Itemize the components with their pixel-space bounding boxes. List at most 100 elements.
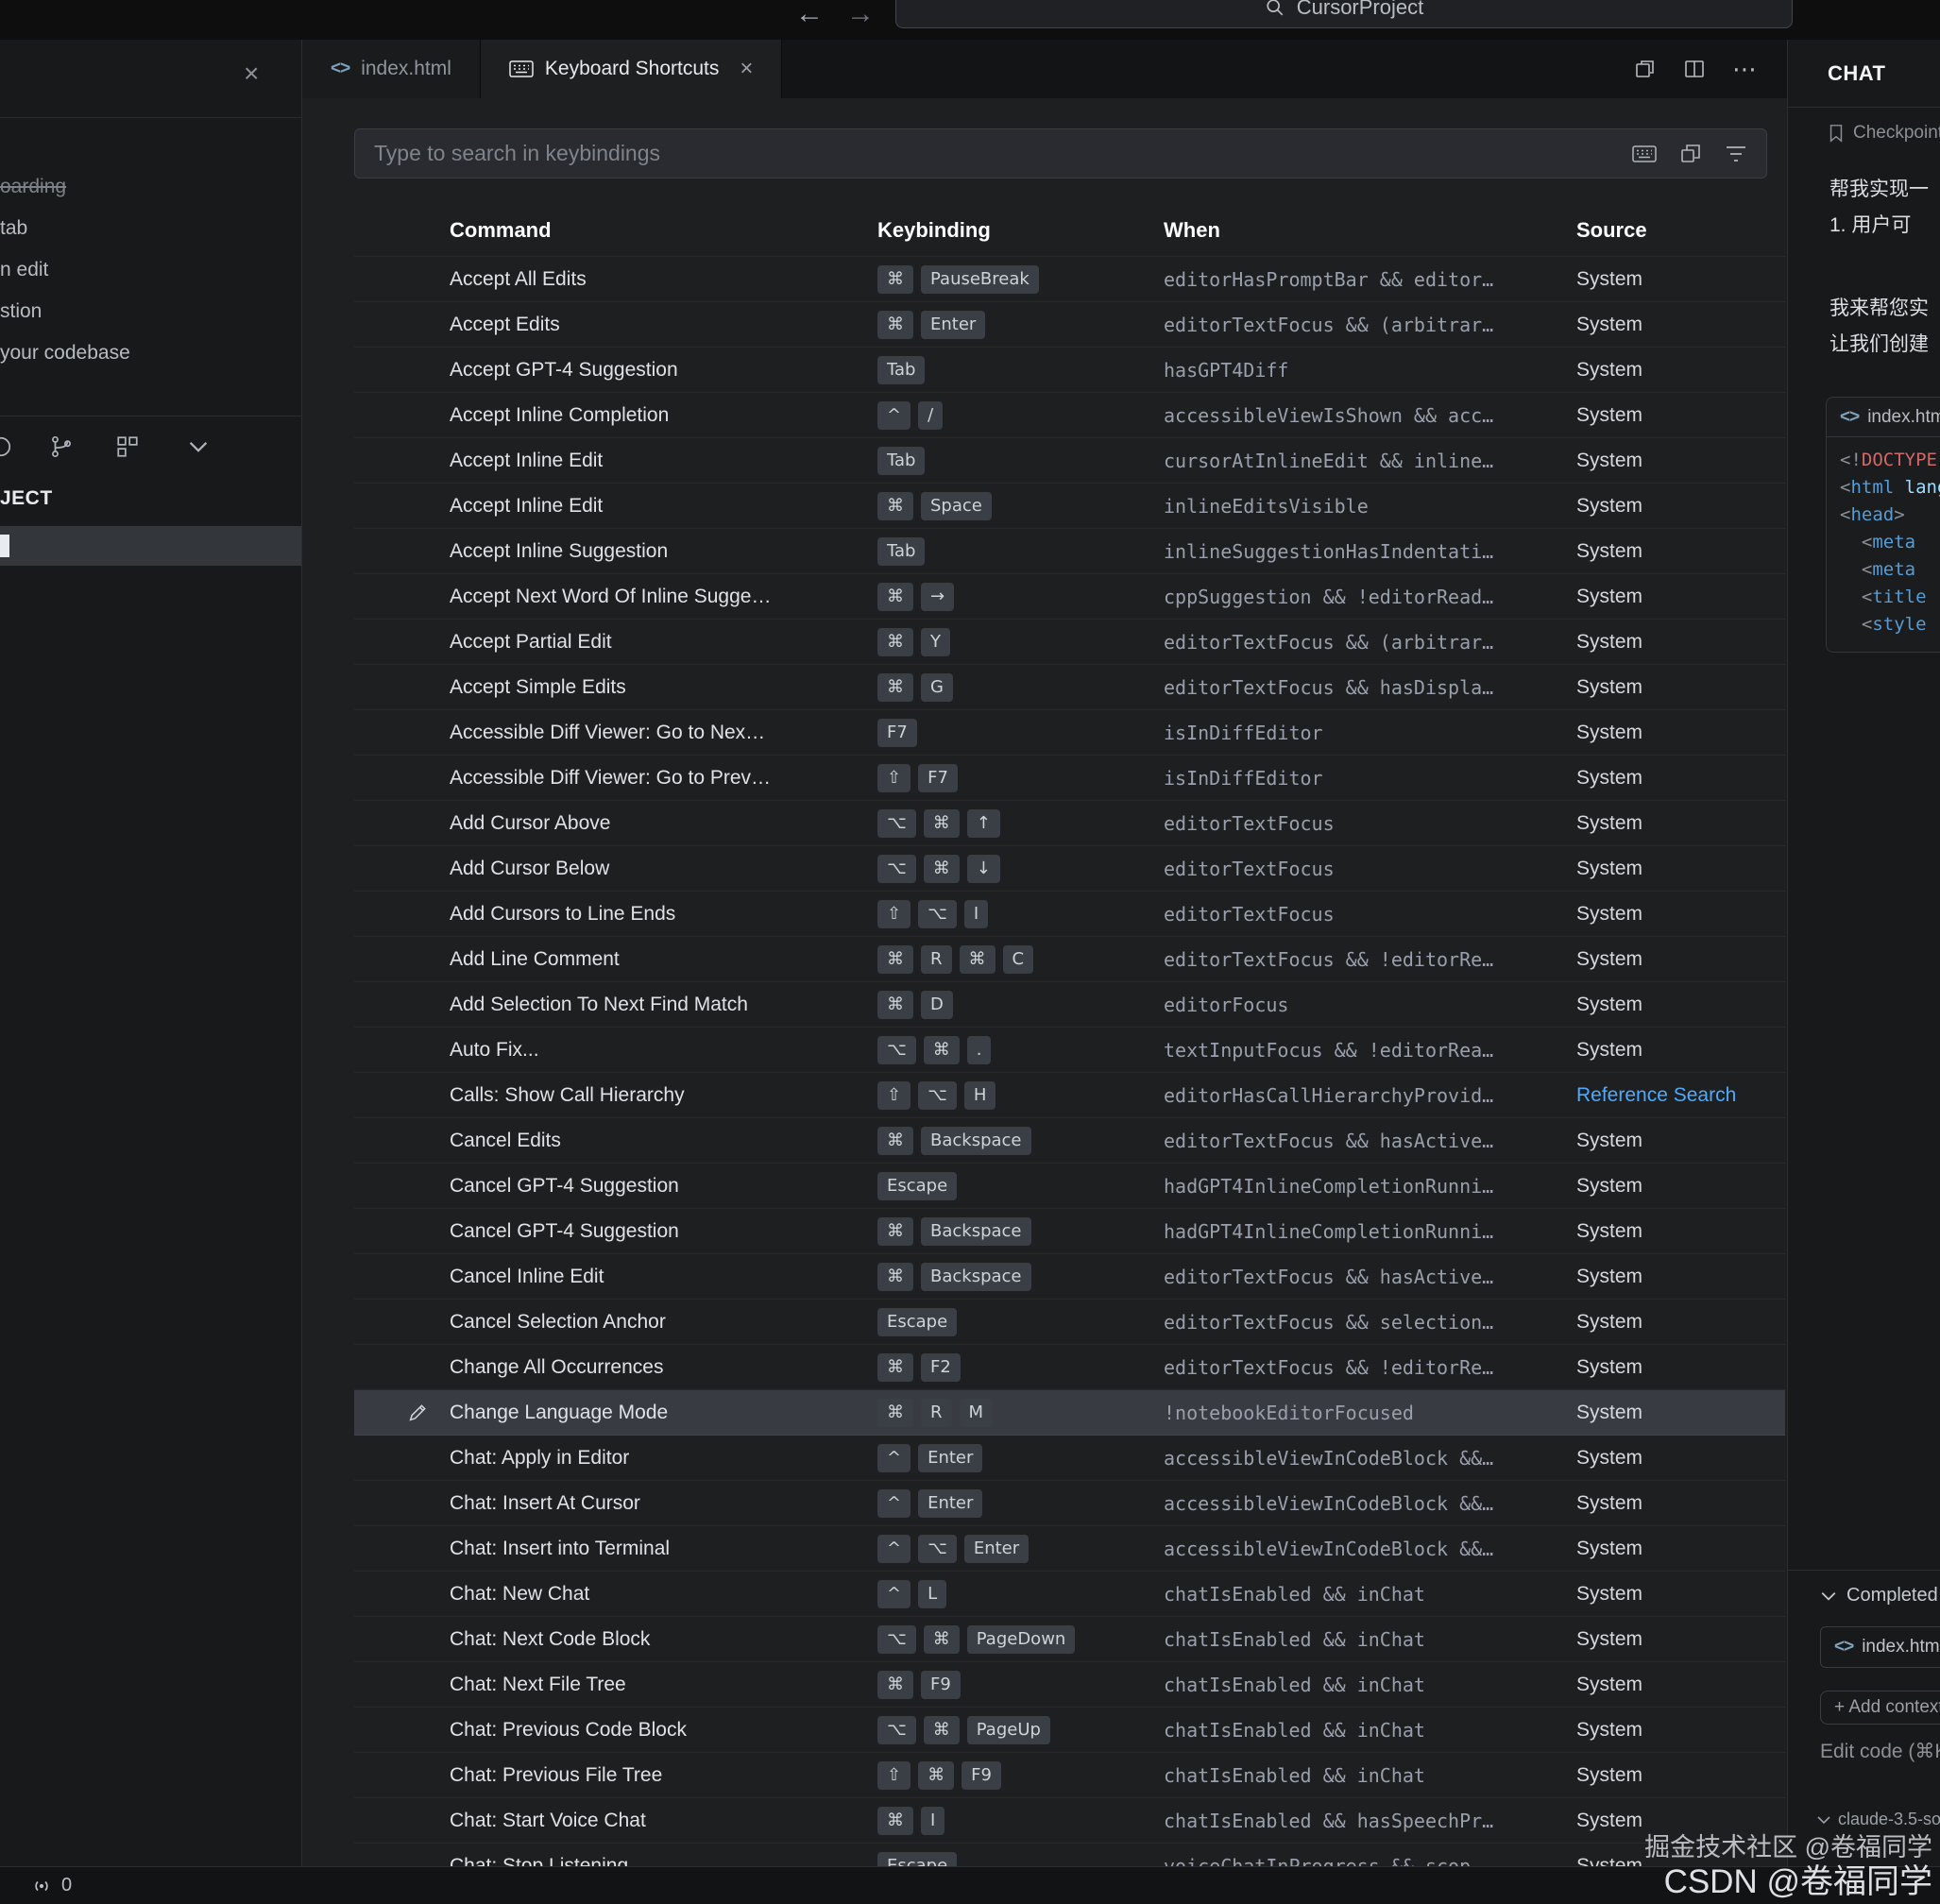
sidebar-history-item[interactable]: tab	[0, 208, 301, 249]
table-row[interactable]: Calls: Show Call Hierarchy ⇧⌥H editorHas…	[354, 1073, 1785, 1118]
key-badge: ↓	[967, 855, 1000, 883]
table-row[interactable]: Chat: Next File Tree ⌘F9 chatIsEnabled &…	[354, 1662, 1785, 1708]
table-row[interactable]: Chat: Previous Code Block ⌥⌘PageUp chatI…	[354, 1708, 1785, 1753]
split-editor-icon[interactable]	[1683, 58, 1706, 80]
table-row[interactable]: Accept Inline Completion ^/ accessibleVi…	[354, 393, 1785, 438]
table-row[interactable]: Chat: Insert into Terminal ^⌥Enter acces…	[354, 1526, 1785, 1572]
source-label: System	[1576, 450, 1785, 472]
when-clause: editorTextFocus && (arbitrar…	[1164, 631, 1576, 654]
table-row[interactable]: Add Selection To Next Find Match ⌘D edit…	[354, 982, 1785, 1028]
ports-indicator[interactable]: 0	[30, 1875, 72, 1897]
table-row[interactable]: Cancel GPT-4 Suggestion Escape hadGPT4In…	[354, 1164, 1785, 1209]
table-row[interactable]: Chat: Previous File Tree ⇧⌘F9 chatIsEnab…	[354, 1753, 1785, 1798]
key-badge: ⌘	[877, 1263, 913, 1291]
table-row[interactable]: Change Language Mode ⌘RM !notebookEditor…	[354, 1390, 1785, 1436]
keybinding-keys: ⌘Backspace	[877, 1263, 1164, 1291]
table-row[interactable]: Chat: Stop Listening Escape voiceChatInP…	[354, 1844, 1785, 1866]
sidebar-divider	[0, 117, 301, 118]
more-actions-icon[interactable]: ⋯	[1732, 55, 1759, 84]
keybinding-keys: Tab	[877, 447, 1164, 475]
table-row[interactable]: Accept Next Word Of Inline Sugge… ⌘→ cpp…	[354, 574, 1785, 620]
table-row[interactable]: Accept Edits ⌘Enter editorTextFocus && (…	[354, 302, 1785, 348]
table-row[interactable]: Accept Simple Edits ⌘G editorTextFocus &…	[354, 665, 1785, 710]
source-label: System	[1576, 812, 1785, 835]
tab-index-html[interactable]: <> index.html	[302, 40, 481, 98]
sidebar-history-item[interactable]: n edit	[0, 249, 301, 291]
selected-item-stub	[0, 535, 9, 557]
table-row[interactable]: Add Cursors to Line Ends ⇧⌥I editorTextF…	[354, 892, 1785, 937]
edit-keybinding-icon[interactable]	[407, 1402, 428, 1423]
key-badge: ⇧	[877, 764, 910, 792]
project-search[interactable]: CursorProject	[895, 0, 1793, 28]
table-row[interactable]: Chat: Insert At Cursor ^Enter accessible…	[354, 1481, 1785, 1526]
circle-icon[interactable]	[0, 434, 13, 459]
close-icon[interactable]: ×	[244, 59, 259, 89]
record-keys-icon[interactable]	[1632, 144, 1657, 163]
sidebar-history-item[interactable]: oarding	[0, 166, 301, 208]
when-clause: chatIsEnabled && inChat	[1164, 1583, 1576, 1606]
clear-filter-icon[interactable]	[1725, 144, 1747, 163]
key-badge: D	[921, 991, 953, 1019]
sidebar-history-item[interactable]: stion	[0, 291, 301, 332]
completed-label: Completed	[1846, 1585, 1938, 1606]
composer-placeholder[interactable]: Edit code (⌘K)	[1820, 1740, 1940, 1763]
forward-icon[interactable]: →	[846, 0, 875, 30]
model-selector[interactable]: claude-3.5-sonnet	[1816, 1810, 1940, 1829]
source-label: System	[1576, 268, 1785, 291]
html-file-icon: <>	[1840, 407, 1859, 428]
table-row[interactable]: Chat: Start Voice Chat ⌘I chatIsEnabled …	[354, 1798, 1785, 1844]
file-chip[interactable]: <> index.html	[1820, 1626, 1940, 1668]
bookmark-icon	[1828, 124, 1845, 143]
table-row[interactable]: Cancel Selection Anchor Escape editorTex…	[354, 1300, 1785, 1345]
table-row[interactable]: Change All Occurrences ⌘F2 editorTextFoc…	[354, 1345, 1785, 1390]
keybindings-search-input[interactable]	[374, 141, 1609, 166]
table-row[interactable]: Accept Inline Suggestion Tab inlineSugge…	[354, 529, 1785, 574]
table-header: Command Keybinding When Source	[354, 205, 1785, 257]
keybinding-keys: ⌥⌘PageUp	[877, 1716, 1164, 1744]
source-label: System	[1576, 1447, 1785, 1470]
tab-keyboard-shortcuts[interactable]: Keyboard Shortcuts ×	[481, 40, 782, 98]
keybinding-keys: ⇧⌥H	[877, 1081, 1164, 1110]
table-row[interactable]: Add Cursor Above ⌥⌘↑ editorTextFocus Sys…	[354, 801, 1785, 846]
table-row[interactable]: Accessible Diff Viewer: Go to Nex… F7 is…	[354, 710, 1785, 756]
keybinding-keys: ^L	[877, 1580, 1164, 1608]
sidebar-section-label: JECT	[0, 487, 53, 510]
sidebar-history-item[interactable]: your codebase	[0, 332, 301, 374]
open-keybindings-json-icon[interactable]	[1634, 58, 1657, 80]
completed-toggle[interactable]: Completed	[1820, 1585, 1938, 1606]
table-row[interactable]: Accept All Edits ⌘PauseBreak editorHasPr…	[354, 257, 1785, 302]
table-row[interactable]: Auto Fix... ⌥⌘. textInputFocus && !edito…	[354, 1028, 1785, 1073]
tab-chat[interactable]: CHAT	[1828, 61, 1885, 86]
table-row[interactable]: Accept Inline Edit ⌘Space inlineEditsVis…	[354, 484, 1785, 529]
keybinding-keys: ⌘I	[877, 1807, 1164, 1835]
code-block-header[interactable]: <> index.html	[1827, 398, 1940, 437]
sidebar-history-list: oardingtabn editstionyour codebase	[0, 166, 301, 374]
sidebar-selected-item[interactable]	[0, 526, 301, 566]
checkpoint-item[interactable]: Checkpoint	[1828, 123, 1940, 144]
command-label: Accept Partial Edit	[450, 631, 877, 654]
chevron-down-icon[interactable]	[187, 440, 210, 453]
table-row[interactable]: Accessible Diff Viewer: Go to Prev… ⇧F7 …	[354, 756, 1785, 801]
table-row[interactable]: Add Cursor Below ⌥⌘↓ editorTextFocus Sys…	[354, 846, 1785, 892]
file-chip-label: index.html	[1862, 1637, 1940, 1658]
close-tab-icon[interactable]: ×	[740, 56, 753, 82]
table-row[interactable]: Chat: Apply in Editor ^Enter accessibleV…	[354, 1436, 1785, 1481]
key-badge: ⇧	[877, 1081, 910, 1110]
table-row[interactable]: Accept GPT-4 Suggestion Tab hasGPT4Diff …	[354, 348, 1785, 393]
references-icon[interactable]	[115, 434, 140, 459]
table-row[interactable]: Accept Inline Edit Tab cursorAtInlineEdi…	[354, 438, 1785, 484]
table-row[interactable]: Add Line Comment ⌘R⌘C editorTextFocus &&…	[354, 937, 1785, 982]
add-context-button[interactable]: + Add context	[1820, 1691, 1940, 1725]
table-row[interactable]: Cancel Inline Edit ⌘Backspace editorText…	[354, 1254, 1785, 1300]
source-label[interactable]: Reference Search	[1576, 1084, 1785, 1107]
table-row[interactable]: Chat: New Chat ^L chatIsEnabled && inCha…	[354, 1572, 1785, 1617]
table-row[interactable]: Chat: Next Code Block ⌥⌘PageDown chatIsE…	[354, 1617, 1785, 1662]
table-row[interactable]: Accept Partial Edit ⌘Y editorTextFocus &…	[354, 620, 1785, 665]
back-icon[interactable]: ←	[795, 0, 824, 30]
table-row[interactable]: Cancel Edits ⌘Backspace editorTextFocus …	[354, 1118, 1785, 1164]
code-line: <title	[1840, 584, 1940, 611]
source-control-branch-icon[interactable]	[49, 434, 74, 459]
table-row[interactable]: Cancel GPT-4 Suggestion ⌘Backspace hadGP…	[354, 1209, 1785, 1254]
sort-precedence-icon[interactable]	[1679, 143, 1702, 165]
key-badge: M	[960, 1399, 994, 1427]
